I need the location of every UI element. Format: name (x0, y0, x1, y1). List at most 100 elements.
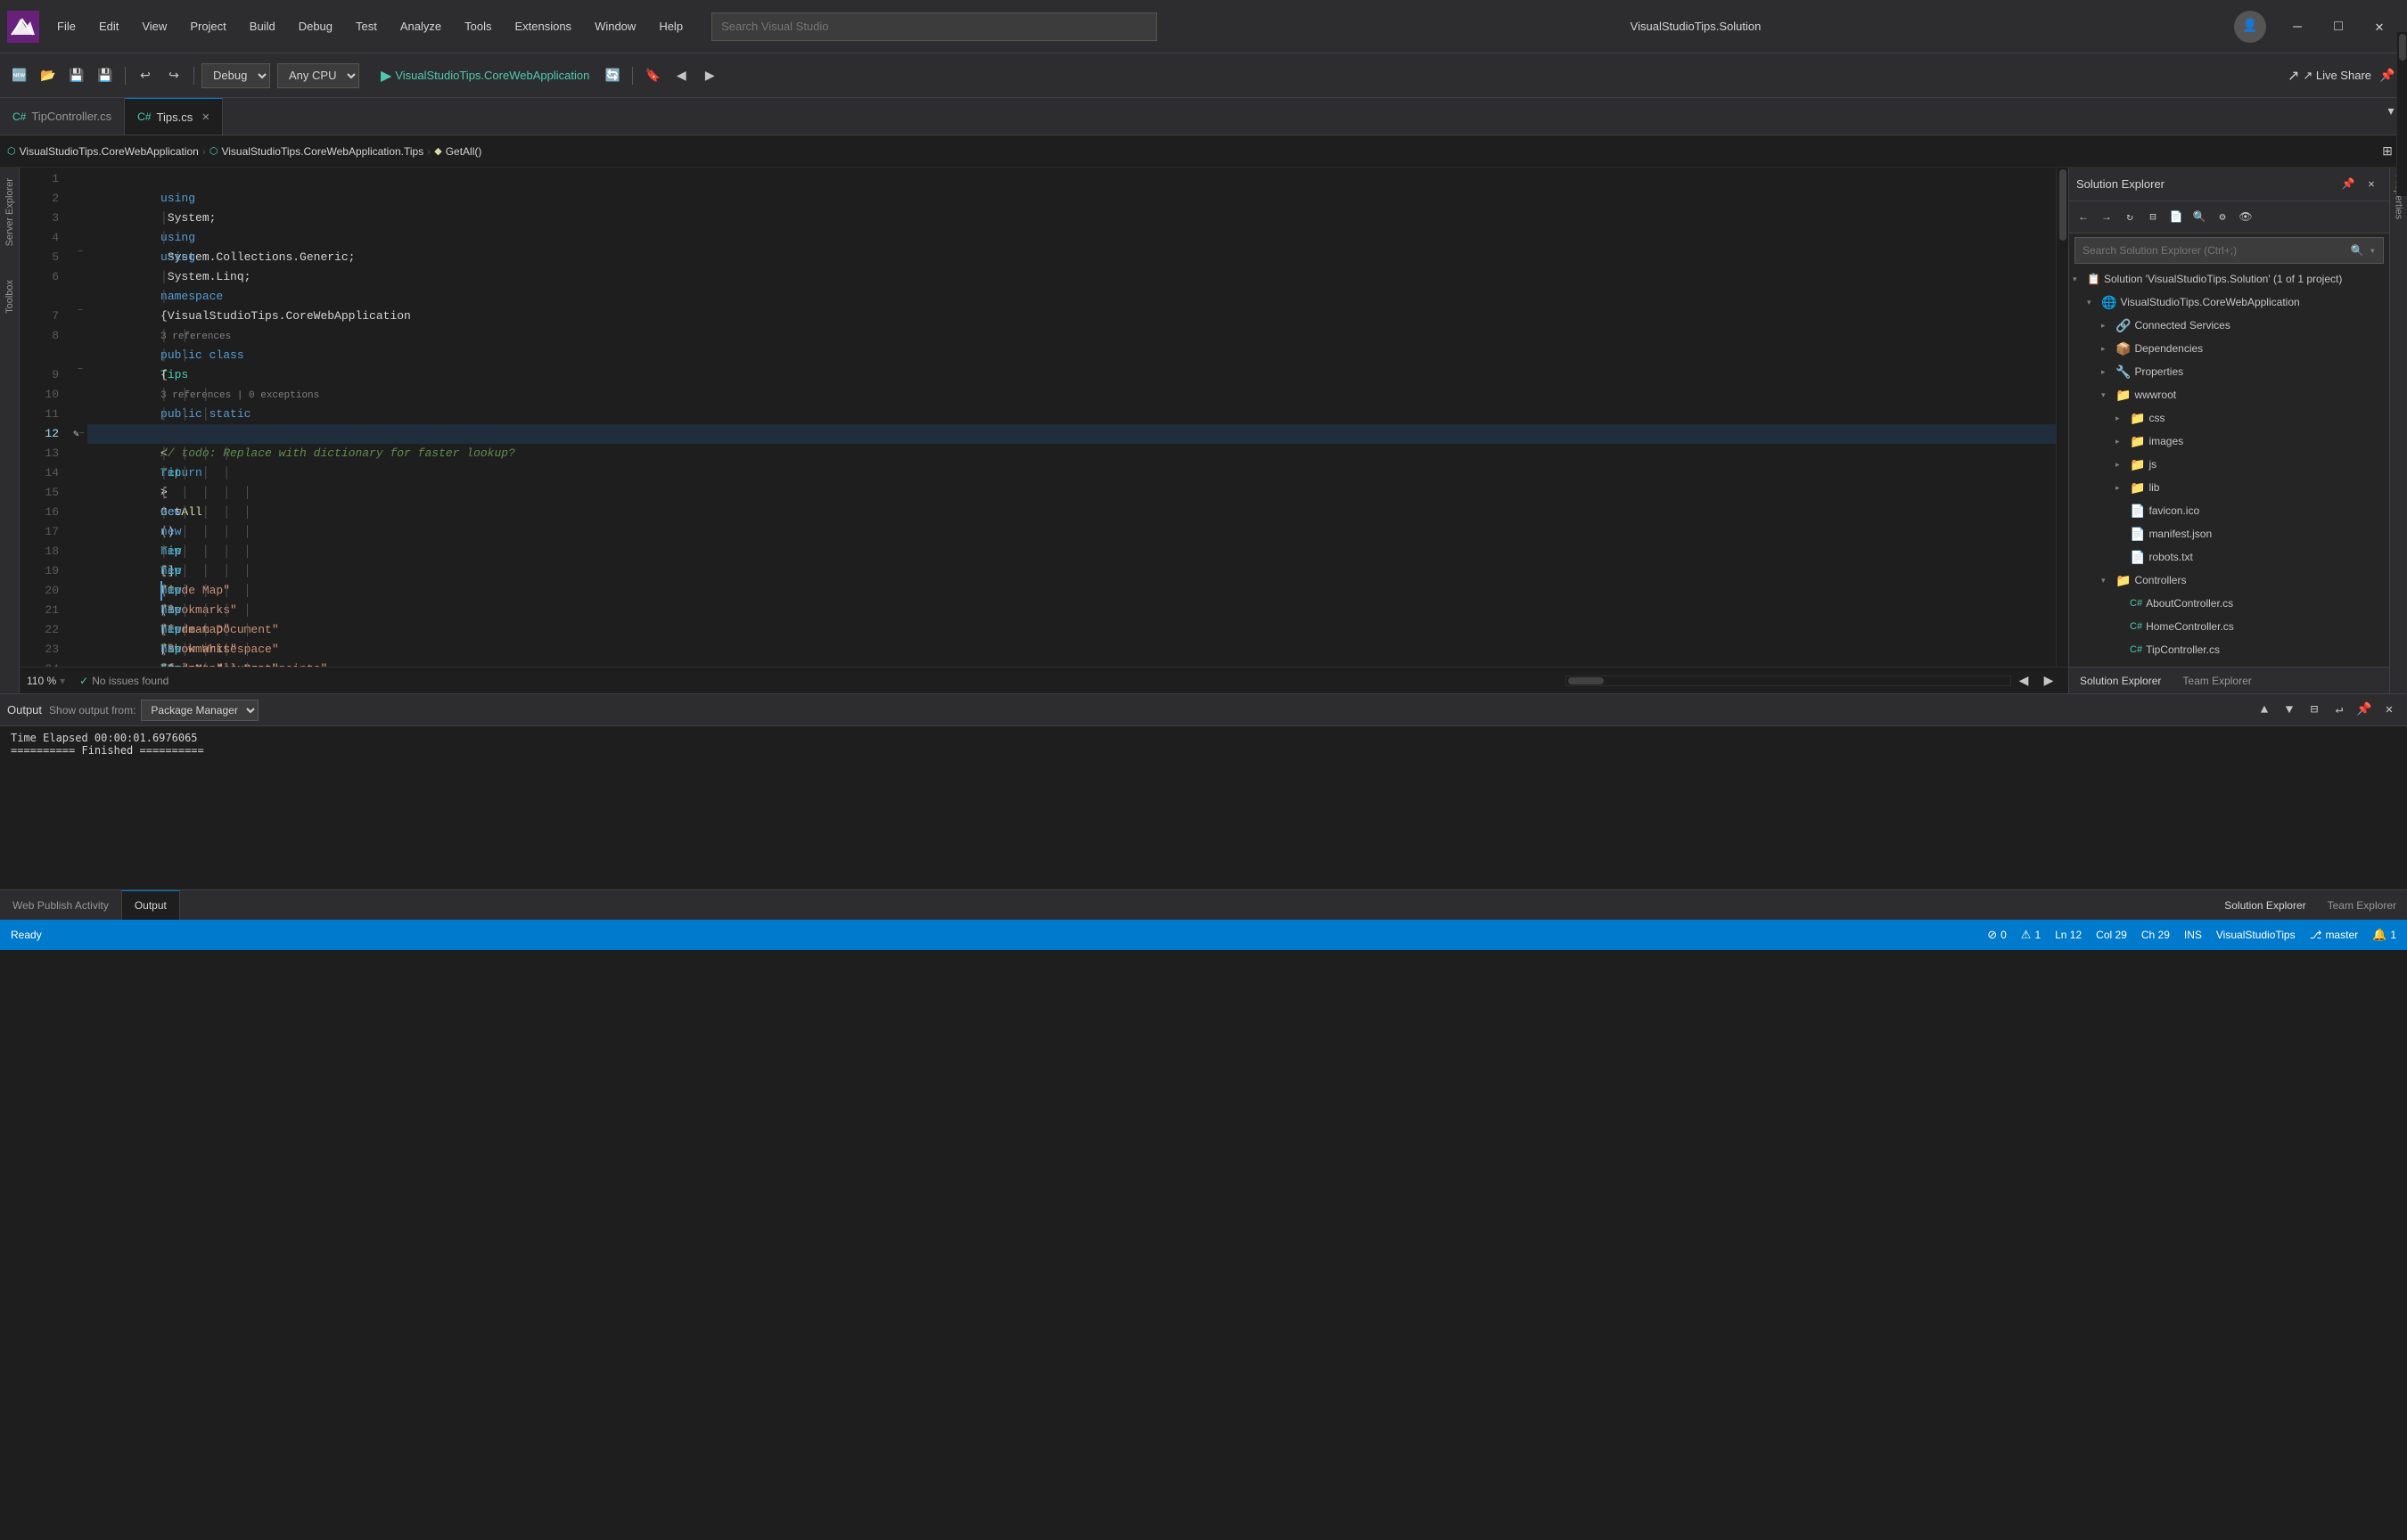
menu-analyze[interactable]: Analyze (390, 16, 452, 37)
status-project-name[interactable]: VisualStudioTips (2216, 928, 2296, 942)
menu-help[interactable]: Help (648, 16, 694, 37)
fg-12-fold[interactable]: − (79, 430, 85, 439)
se-close-button[interactable]: ✕ (2361, 174, 2382, 195)
se-search-options[interactable]: ▾ (2370, 244, 2376, 258)
output-scroll-thumb[interactable] (2399, 34, 2406, 61)
bottom-tab-output[interactable]: Output (122, 890, 180, 920)
se-manifest[interactable]: 📄 manifest.json (2069, 522, 2389, 545)
se-aboutcontroller[interactable]: C# AboutController.cs (2069, 592, 2389, 615)
menu-project[interactable]: Project (179, 16, 236, 37)
output-up-btn[interactable]: ▲ (2254, 700, 2275, 721)
run-button[interactable]: ▶ VisualStudioTips.CoreWebApplication (374, 63, 596, 88)
platform-dropdown[interactable]: Any CPU (277, 63, 359, 88)
status-branch[interactable]: ⎇ master (2310, 928, 2359, 942)
se-controllers[interactable]: ▾ 📁 Controllers (2069, 569, 2389, 592)
fg-9[interactable]: − (73, 365, 87, 385)
open-button[interactable]: 📂 (36, 63, 61, 88)
debug-config-dropdown[interactable]: Debug (201, 63, 270, 88)
se-images[interactable]: ▸ 📁 images (2069, 430, 2389, 453)
search-input[interactable] (711, 12, 1157, 41)
menu-edit[interactable]: Edit (88, 16, 129, 37)
se-pin-button[interactable]: 📌 (2337, 174, 2359, 195)
editor-scrollbar[interactable] (2056, 168, 2068, 667)
save-button[interactable]: 💾 (64, 63, 89, 88)
menu-window[interactable]: Window (584, 16, 646, 37)
se-wwwroot[interactable]: ▾ 📁 wwwroot (2069, 383, 2389, 406)
new-project-button[interactable]: 🆕 (7, 63, 32, 88)
tab-tips[interactable]: C# Tips.cs ✕ (125, 98, 223, 135)
footer-solution-explorer[interactable]: Solution Explorer (2214, 890, 2316, 920)
code-editor[interactable]: using System; │ using System.Collections… (87, 168, 2056, 667)
se-refresh-btn[interactable]: ↻ (2119, 207, 2140, 228)
scrollbar-thumb[interactable] (2059, 169, 2066, 241)
zoom-dropdown[interactable]: ▾ (60, 675, 65, 687)
output-close-btn[interactable]: ✕ (2378, 700, 2400, 721)
minimize-button[interactable]: — (2277, 9, 2318, 45)
se-tipcontroller[interactable]: C# TipController.cs (2069, 638, 2389, 661)
se-showfiles-btn[interactable]: 📄 (2165, 207, 2187, 228)
tab-tipcontroller[interactable]: C# TipController.cs (0, 98, 125, 135)
status-errors[interactable]: ⊘ 0 (1987, 928, 2007, 942)
se-preview-btn[interactable]: 👁 (2235, 207, 2256, 228)
menu-file[interactable]: File (46, 16, 86, 37)
se-project[interactable]: ▾ 🌐 VisualStudioTips.CoreWebApplication (2069, 291, 2389, 314)
live-share-label[interactable]: ↗ Live Share (2303, 69, 2371, 83)
se-dependencies[interactable]: ▸ 📦 Dependencies (2069, 337, 2389, 360)
footer-team-explorer[interactable]: Team Explorer (2317, 890, 2407, 920)
se-settings-btn[interactable]: ⚙ (2212, 207, 2233, 228)
scroll-left-button[interactable]: ◀ (2011, 668, 2036, 693)
redo-button[interactable]: ↪ (161, 63, 186, 88)
se-connected-services[interactable]: ▸ 🔗 Connected Services (2069, 314, 2389, 337)
breadcrumb-part3[interactable]: GetAll() (446, 145, 482, 158)
bottom-tab-webpublish[interactable]: Web Publish Activity (0, 890, 122, 920)
menu-extensions[interactable]: Extensions (504, 16, 582, 37)
output-pin-btn[interactable]: 📌 (2354, 700, 2375, 721)
save-all-button[interactable]: 💾 (93, 63, 118, 88)
breadcrumb-part1[interactable]: VisualStudioTips.CoreWebApplication (20, 145, 199, 158)
h-scrollbar-thumb[interactable] (1568, 677, 1604, 684)
toolbox-tab[interactable]: Toolbox (3, 276, 17, 317)
zoom-level[interactable]: 110 % (27, 675, 56, 687)
scroll-right-button[interactable]: ▶ (2036, 668, 2061, 693)
undo-button[interactable]: ↩ (133, 63, 158, 88)
breadcrumb-part2[interactable]: VisualStudioTips.CoreWebApplication.Tips (221, 145, 423, 158)
fg-5[interactable]: − (73, 248, 87, 267)
next-button[interactable]: ▶ (697, 63, 722, 88)
se-solution-root[interactable]: ▾ 📋 Solution 'VisualStudioTips.Solution'… (2069, 267, 2389, 291)
se-favicon[interactable]: 📄 favicon.ico (2069, 499, 2389, 522)
output-source-dropdown[interactable]: Package Manager (141, 700, 259, 721)
output-clear-btn[interactable]: ⊟ (2304, 700, 2325, 721)
menu-view[interactable]: View (131, 16, 177, 37)
se-bottom-tab-team[interactable]: Team Explorer (2172, 668, 2262, 693)
se-bottom-tab-solution[interactable]: Solution Explorer (2069, 668, 2172, 693)
prev-button[interactable]: ◀ (669, 63, 694, 88)
menu-test[interactable]: Test (345, 16, 388, 37)
output-down-btn[interactable]: ▼ (2279, 700, 2300, 721)
bookmark-button[interactable]: 🔖 (640, 63, 665, 88)
se-homecontroller[interactable]: C# HomeController.cs (2069, 615, 2389, 638)
output-wrap-btn[interactable]: ↵ (2329, 700, 2350, 721)
fg-7[interactable]: − (73, 307, 87, 326)
tab-close-tips[interactable]: ✕ (201, 111, 209, 123)
se-css[interactable]: ▸ 📁 css (2069, 406, 2389, 430)
se-collapse-btn[interactable]: ⊟ (2142, 207, 2164, 228)
status-warnings[interactable]: ⚠ 1 (2021, 928, 2041, 942)
refresh-button[interactable]: 🔄 (600, 63, 625, 88)
output-scrollbar[interactable] (2396, 32, 2407, 196)
se-lib[interactable]: ▸ 📁 lib (2069, 476, 2389, 499)
user-avatar[interactable]: 👤 (2234, 11, 2266, 43)
se-back-btn[interactable]: ← (2073, 207, 2094, 228)
close-button[interactable]: ✕ (2359, 9, 2400, 45)
se-filter-btn[interactable]: 🔍 (2189, 207, 2210, 228)
menu-tools[interactable]: Tools (454, 16, 502, 37)
menu-debug[interactable]: Debug (288, 16, 343, 37)
se-js[interactable]: ▸ 📁 js (2069, 453, 2389, 476)
se-robots[interactable]: 📄 robots.txt (2069, 545, 2389, 569)
se-properties[interactable]: ▸ 🔧 Properties (2069, 360, 2389, 383)
status-notification[interactable]: 🔔 1 (2372, 928, 2396, 942)
maximize-button[interactable]: □ (2318, 9, 2359, 45)
se-forward-btn[interactable]: → (2096, 207, 2117, 228)
menu-build[interactable]: Build (239, 16, 286, 37)
se-search-input[interactable] (2083, 244, 2345, 257)
server-explorer-tab[interactable]: Server Explorer (3, 175, 17, 250)
